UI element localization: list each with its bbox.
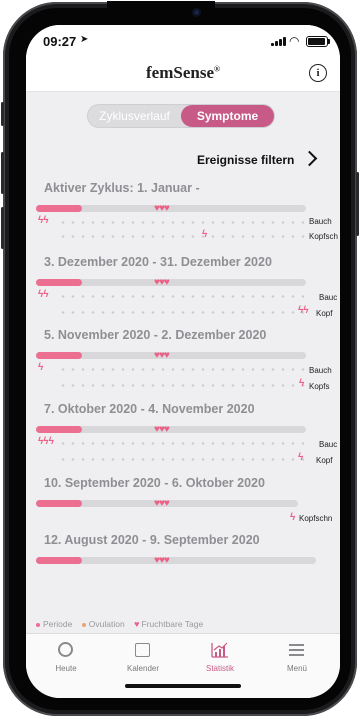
tab-label: Kalender — [126, 664, 160, 673]
legend: Periode Ovulation ♥ Fruchtbare Tage — [36, 619, 203, 631]
bolt-icon: ϟ — [290, 512, 296, 523]
bolt-icon: ϟ — [38, 362, 44, 373]
fertile-hearts-icon: ♥♥♥ — [154, 277, 170, 288]
brand-logo: femSense® — [146, 63, 220, 82]
cycle-track: ♥♥♥ — [36, 424, 306, 435]
chevron-right-icon[interactable] — [301, 150, 318, 167]
app-header: femSense® i — [26, 57, 340, 92]
cycle-row[interactable]: 5. November 2020 - 2. Dezember 2020 ♥♥♥ … — [36, 328, 340, 400]
fertile-hearts-icon: ♥♥♥ — [154, 350, 170, 361]
cycle-title: 12. August 2020 - 9. September 2020 — [44, 533, 260, 547]
home-indicator — [125, 684, 241, 688]
symptom-label: Kopfs — [309, 382, 330, 391]
phone-frame: 09:27 ➤ ◠ femSense® i Zyklusverlauf Symp… — [1, 1, 359, 716]
tab-label: Heute — [55, 664, 77, 673]
ovulation-dot-icon — [81, 622, 86, 627]
bolt-icon: ϟ — [299, 378, 305, 389]
symptom-dots — [58, 295, 308, 298]
period-bar — [36, 557, 82, 564]
cycle-row[interactable]: 7. Oktober 2020 - 4. November 2020 ♥♥♥ ϟ… — [36, 402, 340, 474]
period-bar — [36, 426, 82, 433]
legend-fertile: Fruchtbare Tage — [141, 619, 204, 629]
cycle-track: ♥♥♥ — [36, 203, 306, 214]
fertile-hearts-icon: ♥♥♥ — [154, 555, 170, 566]
tab-bar: Heute Kalender Statistik Menü — [26, 633, 340, 698]
cycle-track: ♥♥♥ — [36, 555, 316, 566]
symptom-dots — [58, 442, 308, 445]
bolt-icon: ϟ — [298, 452, 304, 463]
symptom-label: Bauch — [309, 366, 332, 375]
cycle-track: ♥♥♥ — [36, 277, 306, 288]
period-bar — [36, 279, 82, 286]
tab-label: Statistik — [205, 664, 234, 673]
cycle-row[interactable]: 3. Dezember 2020 - 31. Dezember 2020 ♥♥♥… — [36, 255, 340, 327]
symptom-dots — [58, 221, 308, 224]
symptom-label: Bauc — [319, 293, 338, 302]
info-icon[interactable]: i — [309, 64, 327, 82]
legend-ovulation: Ovulation — [88, 619, 125, 629]
symptom-dots — [58, 311, 308, 314]
symptom-dots — [58, 235, 308, 238]
menu-icon — [289, 642, 305, 658]
cycle-row[interactable]: Aktiver Zyklus: 1. Januar - ♥♥♥ ϟϟ ϟ Bau… — [36, 181, 340, 253]
period-bar — [36, 352, 82, 359]
symptom-dots — [58, 368, 308, 371]
status-time: 09:27 — [43, 34, 77, 49]
tab-statistik[interactable]: Statistik — [185, 642, 255, 673]
power-button — [356, 172, 359, 236]
heart-icon: ♥ — [134, 619, 140, 629]
bolt-icon: ϟϟ — [298, 305, 309, 316]
segment-zyklusverlauf[interactable]: Zyklusverlauf — [88, 105, 181, 127]
fertile-hearts-icon: ♥♥♥ — [154, 424, 170, 435]
cycle-title: 7. Oktober 2020 - 4. November 2020 — [44, 402, 255, 416]
bolt-icon: ϟϟ — [38, 215, 49, 226]
bolt-icon: ϟ — [202, 229, 208, 240]
fertile-hearts-icon: ♥♥♥ — [154, 203, 170, 214]
status-bar: 09:27 ➤ ◠ — [26, 25, 340, 57]
filter-events-link[interactable]: Ereignisse filtern — [197, 153, 294, 167]
volume-down-button — [1, 207, 4, 249]
cycle-track: ♥♥♥ — [36, 498, 298, 509]
symptom-dots — [58, 384, 308, 387]
battery-icon — [306, 36, 330, 47]
segment-symptome[interactable]: Symptome — [181, 105, 274, 127]
period-dot-icon — [36, 622, 40, 627]
symptom-label: Bauc — [319, 440, 338, 449]
app-screen: 09:27 ➤ ◠ femSense® i Zyklusverlauf Symp… — [26, 25, 340, 698]
tab-menu[interactable]: Menü — [262, 642, 332, 673]
calendar-icon — [135, 642, 151, 658]
view-segmented-control: Zyklusverlauf Symptome — [88, 105, 274, 127]
tab-label: Menü — [286, 664, 307, 673]
symptom-dots — [58, 458, 308, 461]
cycle-row[interactable]: 12. August 2020 - 9. September 2020 ♥♥♥ — [36, 533, 340, 605]
tab-heute[interactable]: Heute — [31, 642, 101, 673]
today-ring-icon — [58, 642, 74, 658]
cycle-title: 3. Dezember 2020 - 31. Dezember 2020 — [44, 255, 272, 269]
cellular-signal-icon — [271, 37, 287, 46]
location-arrow-icon: ➤ — [80, 34, 89, 45]
period-bar — [36, 500, 82, 507]
tab-kalender[interactable]: Kalender — [108, 642, 178, 673]
symptom-label: Kopf — [316, 309, 333, 318]
symptom-label: Kopfsch — [309, 232, 338, 241]
statistics-chart-icon — [211, 642, 229, 658]
cycle-title: Aktiver Zyklus: 1. Januar - — [44, 181, 200, 195]
front-camera-icon — [192, 8, 201, 17]
bolt-icon: ϟϟ — [38, 289, 49, 300]
volume-up-button — [1, 152, 4, 194]
mute-switch — [1, 102, 4, 126]
symptom-label: Bauch — [309, 217, 332, 226]
bolt-icon: ϟϟϟ — [38, 436, 54, 447]
legend-period: Periode — [43, 619, 73, 629]
cycle-title: 5. November 2020 - 2. Dezember 2020 — [44, 328, 267, 342]
fertile-hearts-icon: ♥♥♥ — [154, 498, 170, 509]
symptom-label: Kopf — [316, 456, 333, 465]
period-bar — [36, 205, 82, 212]
cycle-track: ♥♥♥ — [36, 350, 306, 361]
wifi-icon: ◠ — [289, 34, 300, 48]
symptom-label: Kopfschn — [299, 514, 333, 523]
cycle-title: 10. September 2020 - 6. Oktober 2020 — [44, 476, 265, 490]
